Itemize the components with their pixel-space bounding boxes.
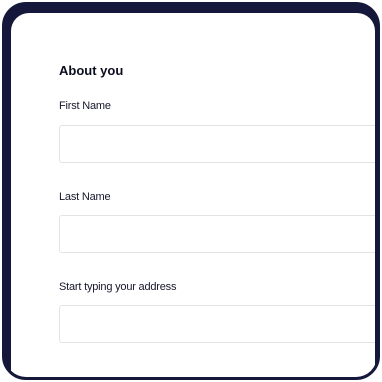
address-input[interactable] — [59, 305, 375, 343]
first-name-label: First Name — [59, 100, 111, 112]
first-name-input[interactable] — [59, 125, 375, 163]
address-label: Start typing your address — [59, 281, 177, 293]
form-screen: About you First Name Last Name Start typ… — [11, 13, 375, 377]
section-title: About you — [59, 63, 124, 78]
about-you-form: About you First Name Last Name Start typ… — [57, 13, 375, 377]
last-name-label: Last Name — [59, 191, 111, 203]
last-name-input[interactable] — [59, 215, 375, 253]
device-frame: About you First Name Last Name Start typ… — [2, 2, 380, 380]
